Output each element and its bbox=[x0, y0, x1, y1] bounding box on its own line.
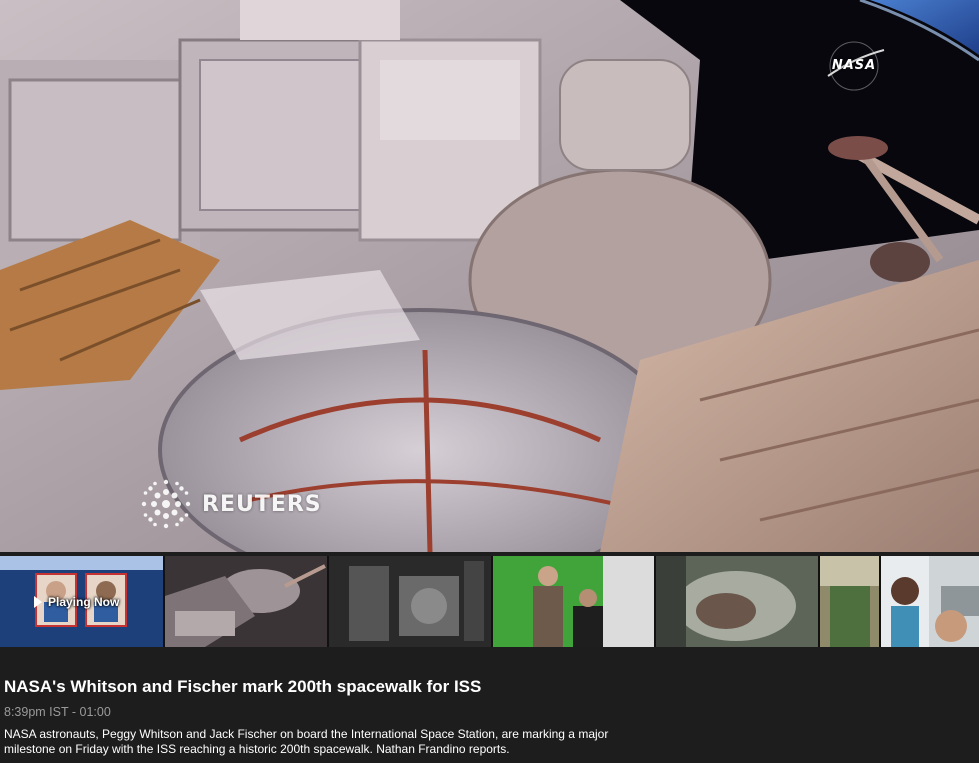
video-title[interactable]: NASA's Whitson and Fischer mark 200th sp… bbox=[4, 676, 644, 698]
nasa-logo-icon: NASA bbox=[818, 38, 890, 94]
playlist-thumbnail[interactable] bbox=[493, 556, 654, 647]
thumbnail-image bbox=[493, 556, 654, 647]
video-info: NASA's Whitson and Fischer mark 200th sp… bbox=[4, 676, 644, 757]
reuters-watermark-text: REUTERS bbox=[202, 491, 322, 517]
thumbnail-image bbox=[329, 556, 491, 647]
video-player[interactable]: NASA REUTERS bbox=[0, 0, 979, 552]
playlist-thumbnail[interactable] bbox=[656, 556, 818, 647]
reuters-watermark: REUTERS bbox=[140, 478, 322, 530]
video-description: NASA astronauts, Peggy Whitson and Jack … bbox=[4, 727, 609, 756]
playlist-thumbnail[interactable]: Playing Now bbox=[0, 556, 163, 647]
playlist-thumbnail[interactable] bbox=[165, 556, 327, 647]
thumbnail-image bbox=[820, 556, 879, 647]
playlist-thumbnail[interactable] bbox=[820, 556, 879, 647]
thumbnail-image bbox=[881, 556, 979, 647]
now-playing-indicator: Playing Now bbox=[34, 595, 119, 609]
reuters-logo-icon bbox=[141, 479, 191, 529]
now-playing-label: Playing Now bbox=[48, 595, 120, 609]
page: NASA REUTERS Playing Now NASA's Whitson … bbox=[0, 0, 979, 763]
video-meta: 8:39pm IST - 01:00 bbox=[4, 705, 111, 719]
nasa-logo-text: NASA bbox=[831, 58, 877, 73]
playlist-thumbnail[interactable] bbox=[329, 556, 491, 647]
video-playlist: Playing Now bbox=[0, 556, 979, 647]
thumbnail-image bbox=[656, 556, 818, 647]
play-icon bbox=[34, 596, 42, 608]
playlist-thumbnail[interactable] bbox=[881, 556, 979, 647]
thumbnail-image bbox=[165, 556, 327, 647]
